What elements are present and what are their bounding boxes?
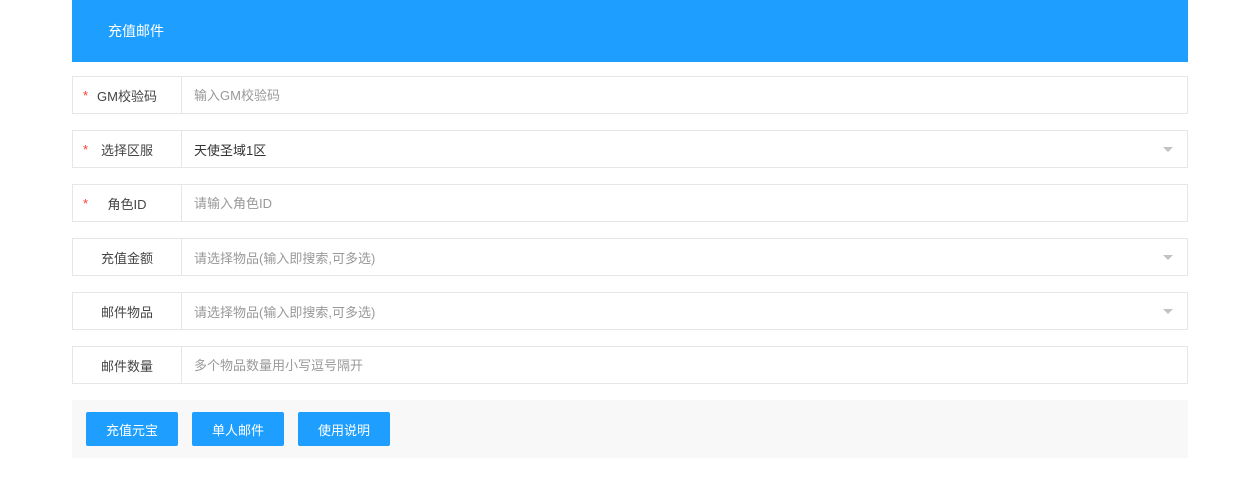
header-banner: 充值邮件 xyxy=(72,0,1188,62)
instructions-button[interactable]: 使用说明 xyxy=(298,412,390,446)
row-gm-code: GM校验码 xyxy=(72,76,1188,114)
select-recharge-placeholder: 请选择物品(输入即搜索,可多选) xyxy=(194,248,1163,267)
single-mail-button[interactable]: 单人邮件 xyxy=(192,412,284,446)
form-container: 充值邮件 GM校验码 选择区服 天使圣域1区 角色ID 充值金额 请选择物品(输… xyxy=(0,0,1260,458)
chevron-down-icon xyxy=(1163,309,1173,314)
label-role-id: 角色ID xyxy=(72,184,182,222)
label-server: 选择区服 xyxy=(72,130,182,168)
control-gm-code xyxy=(182,76,1188,114)
label-recharge-amount: 充值金额 xyxy=(72,238,182,276)
chevron-down-icon xyxy=(1163,255,1173,260)
row-recharge-amount: 充值金额 请选择物品(输入即搜索,可多选) xyxy=(72,238,1188,276)
input-role-id[interactable] xyxy=(194,196,1175,211)
chevron-down-icon xyxy=(1163,147,1173,152)
input-gm-code[interactable] xyxy=(194,88,1175,103)
control-recharge-amount[interactable]: 请选择物品(输入即搜索,可多选) xyxy=(182,238,1188,276)
input-mail-quantity[interactable] xyxy=(194,358,1175,373)
label-gm-code: GM校验码 xyxy=(72,76,182,114)
select-server-value: 天使圣域1区 xyxy=(194,140,1163,159)
row-mail-quantity: 邮件数量 xyxy=(72,346,1188,384)
select-mail-items-placeholder: 请选择物品(输入即搜索,可多选) xyxy=(194,302,1163,321)
header-title: 充值邮件 xyxy=(108,21,164,41)
control-server[interactable]: 天使圣域1区 xyxy=(182,130,1188,168)
recharge-button[interactable]: 充值元宝 xyxy=(86,412,178,446)
row-role-id: 角色ID xyxy=(72,184,1188,222)
row-server: 选择区服 天使圣域1区 xyxy=(72,130,1188,168)
label-mail-quantity: 邮件数量 xyxy=(72,346,182,384)
button-row: 充值元宝 单人邮件 使用说明 xyxy=(72,400,1188,458)
control-mail-items[interactable]: 请选择物品(输入即搜索,可多选) xyxy=(182,292,1188,330)
row-mail-items: 邮件物品 请选择物品(输入即搜索,可多选) xyxy=(72,292,1188,330)
label-mail-items: 邮件物品 xyxy=(72,292,182,330)
control-mail-quantity xyxy=(182,346,1188,384)
control-role-id xyxy=(182,184,1188,222)
